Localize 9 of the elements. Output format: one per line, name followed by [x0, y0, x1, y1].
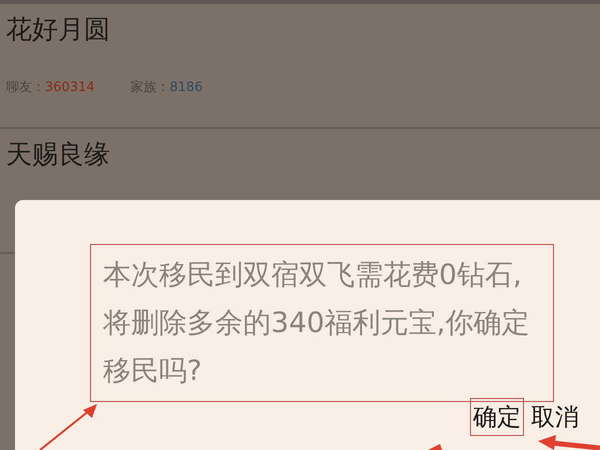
stat-value: 360314 [45, 79, 95, 97]
dialog-button[interactable]: 确定 [470, 398, 524, 436]
annotation-arrow [428, 444, 442, 450]
annotation-arrow [538, 435, 600, 450]
group-name: 花好月圆 [6, 14, 111, 47]
dialog-message: 本次移民到双宿双飞需花费0钻石,将删除多余的340福利元宝,你确定移民吗? [90, 244, 554, 402]
stat-value: 8186 [170, 79, 203, 97]
annotation-arrow [39, 404, 97, 450]
group-name: 天赐良缘 [6, 139, 111, 172]
